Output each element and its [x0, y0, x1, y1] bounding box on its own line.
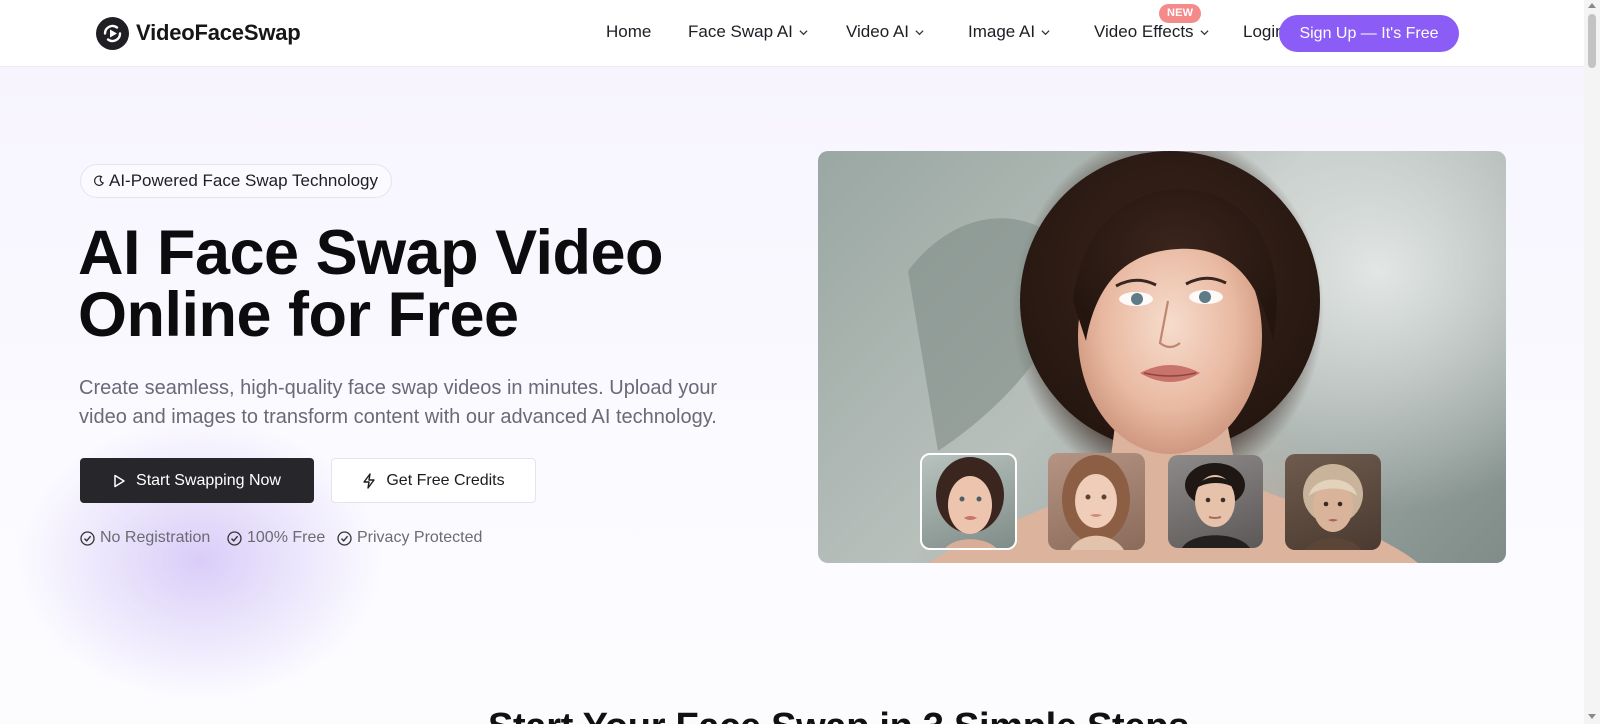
play-logo-icon — [96, 16, 129, 50]
start-swapping-button[interactable]: Start Swapping Now — [80, 458, 314, 503]
scroll-thumb[interactable] — [1588, 14, 1596, 68]
scroll-down-arrow-icon[interactable] — [1588, 714, 1596, 719]
lightning-icon — [363, 472, 376, 489]
new-badge: NEW — [1159, 4, 1202, 23]
brand-name: VideoFaceSwap — [136, 20, 301, 45]
benefit-item: 100% Free — [227, 529, 325, 547]
nav-item-video-ai[interactable]: Video AI — [846, 22, 924, 42]
brand-logo[interactable]: VideoFaceSwap — [96, 16, 301, 50]
chevron-down-icon — [799, 29, 808, 35]
check-circle-icon — [80, 530, 95, 546]
benefit-item: No Registration — [80, 529, 210, 547]
tech-pill-label: AI-Powered Face Swap Technology — [109, 171, 379, 190]
hero-title: AI Face Swap Video Online for Free — [78, 218, 778, 350]
page-scrollbar[interactable] — [1584, 0, 1600, 724]
face-thumbnail-3[interactable] — [1168, 455, 1263, 548]
face-1-illustration — [936, 457, 1004, 548]
chevron-down-icon — [1041, 29, 1050, 35]
nav-item-label: Video AI — [846, 22, 910, 41]
tech-pill: AI-Powered Face Swap Technology — [80, 164, 393, 198]
benefit-label: 100% Free — [247, 529, 326, 546]
benefit-label: No Registration — [100, 529, 211, 546]
face-thumbnail-4[interactable] — [1285, 454, 1381, 550]
nav-item-label: Video Effects — [1094, 22, 1194, 41]
hero-portrait-image — [818, 151, 1506, 563]
nav-item-image-ai[interactable]: Image AI — [968, 22, 1050, 42]
benefit-item: Privacy Protected — [337, 529, 482, 547]
nav-item-face-swap-ai[interactable]: Face Swap AI — [688, 22, 808, 42]
chevron-down-icon — [1200, 29, 1209, 35]
check-circle-icon — [337, 530, 352, 546]
nav-item-label: Image AI — [968, 22, 1036, 41]
hero-title-line-1: AI Face Swap Video — [78, 218, 664, 288]
chevron-down-icon — [915, 29, 924, 35]
start-swapping-label: Start Swapping Now — [136, 471, 281, 489]
hero-subtitle: Create seamless, high-quality face swap … — [79, 377, 718, 428]
nav-item-label: Face Swap AI — [688, 22, 793, 41]
nav-item-label: Home — [606, 22, 652, 41]
benefit-label: Privacy Protected — [357, 529, 483, 546]
hero-title-line-2: Online for Free — [78, 280, 519, 350]
play-icon — [114, 474, 125, 487]
next-section-heading: Start Your Face Swap in 3 Simple Steps — [488, 706, 1189, 724]
check-circle-icon — [227, 530, 242, 546]
nav-item-video-effects[interactable]: Video Effects — [1094, 22, 1209, 42]
get-free-credits-label: Get Free Credits — [386, 471, 505, 489]
face-4-illustration — [1303, 464, 1363, 550]
face-thumbnail-1[interactable] — [920, 453, 1017, 550]
scroll-up-arrow-icon[interactable] — [1588, 3, 1596, 8]
signup-button[interactable]: Sign Up — It's Free — [1279, 15, 1459, 52]
face-2-illustration — [1062, 455, 1130, 550]
face-thumbnail-2[interactable] — [1048, 453, 1145, 550]
page: VideoFaceSwap Home Face Swap AI Video AI… — [0, 0, 1584, 724]
get-free-credits-button[interactable]: Get Free Credits — [331, 458, 536, 503]
moon-icon — [93, 175, 105, 186]
nav-item-home[interactable]: Home — [606, 22, 651, 42]
face-3-illustration — [1182, 463, 1250, 548]
site-header: VideoFaceSwap Home Face Swap AI Video AI… — [0, 0, 1584, 67]
